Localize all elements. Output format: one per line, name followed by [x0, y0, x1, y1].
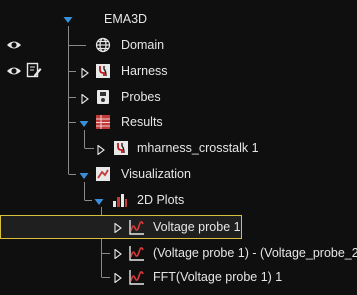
collapse-toggle-icon[interactable]	[113, 248, 123, 260]
tree-item-harness[interactable]: Harness	[121, 63, 168, 79]
collapse-toggle-icon[interactable]	[113, 272, 123, 284]
plot-curve-icon	[129, 245, 145, 261]
expand-toggle-icon[interactable]	[79, 118, 89, 128]
visualization-icon	[95, 166, 111, 182]
tree-item-ema3d[interactable]: EMA3D	[104, 11, 147, 27]
collapse-toggle-icon[interactable]	[80, 67, 90, 79]
bar-chart-icon	[112, 192, 128, 208]
probe-icon	[95, 89, 111, 105]
expand-toggle-icon[interactable]	[79, 170, 89, 180]
tree-item-2d-plots[interactable]: 2D Plots	[137, 192, 184, 208]
tree-item-probes[interactable]: Probes	[121, 89, 161, 105]
tree-item-mharness-crosstalk[interactable]: mharness_crosstalk 1	[137, 140, 259, 156]
edit-note-icon[interactable]	[26, 62, 42, 78]
expand-toggle-icon[interactable]	[63, 14, 73, 24]
tree-item-domain[interactable]: Domain	[121, 37, 164, 53]
harness-icon	[95, 63, 111, 79]
tree-item-fft-voltage-probe[interactable]: FFT(Voltage probe 1) 1	[153, 269, 282, 285]
tree-item-voltage-probe-1[interactable]: Voltage probe 1	[153, 219, 241, 235]
tree-item-voltage-difference[interactable]: (Voltage probe 1) - (Voltage_probe_2)	[153, 245, 357, 261]
tree-item-visualization[interactable]: Visualization	[121, 166, 191, 182]
eye-icon[interactable]	[6, 37, 22, 53]
eye-icon[interactable]	[6, 63, 22, 79]
collapse-toggle-icon[interactable]	[113, 222, 123, 234]
plot-curve-icon	[129, 269, 145, 285]
globe-icon	[95, 37, 111, 53]
collapse-toggle-icon[interactable]	[96, 144, 106, 156]
expand-toggle-icon[interactable]	[94, 196, 104, 206]
tree-item-results[interactable]: Results	[121, 114, 163, 130]
plot-curve-icon	[129, 219, 145, 235]
project-tree: EMA3D Domain Harness Probes Results mhar…	[0, 0, 357, 295]
collapse-toggle-icon[interactable]	[80, 93, 90, 105]
results-table-icon	[95, 114, 111, 130]
harness-icon	[113, 140, 129, 156]
